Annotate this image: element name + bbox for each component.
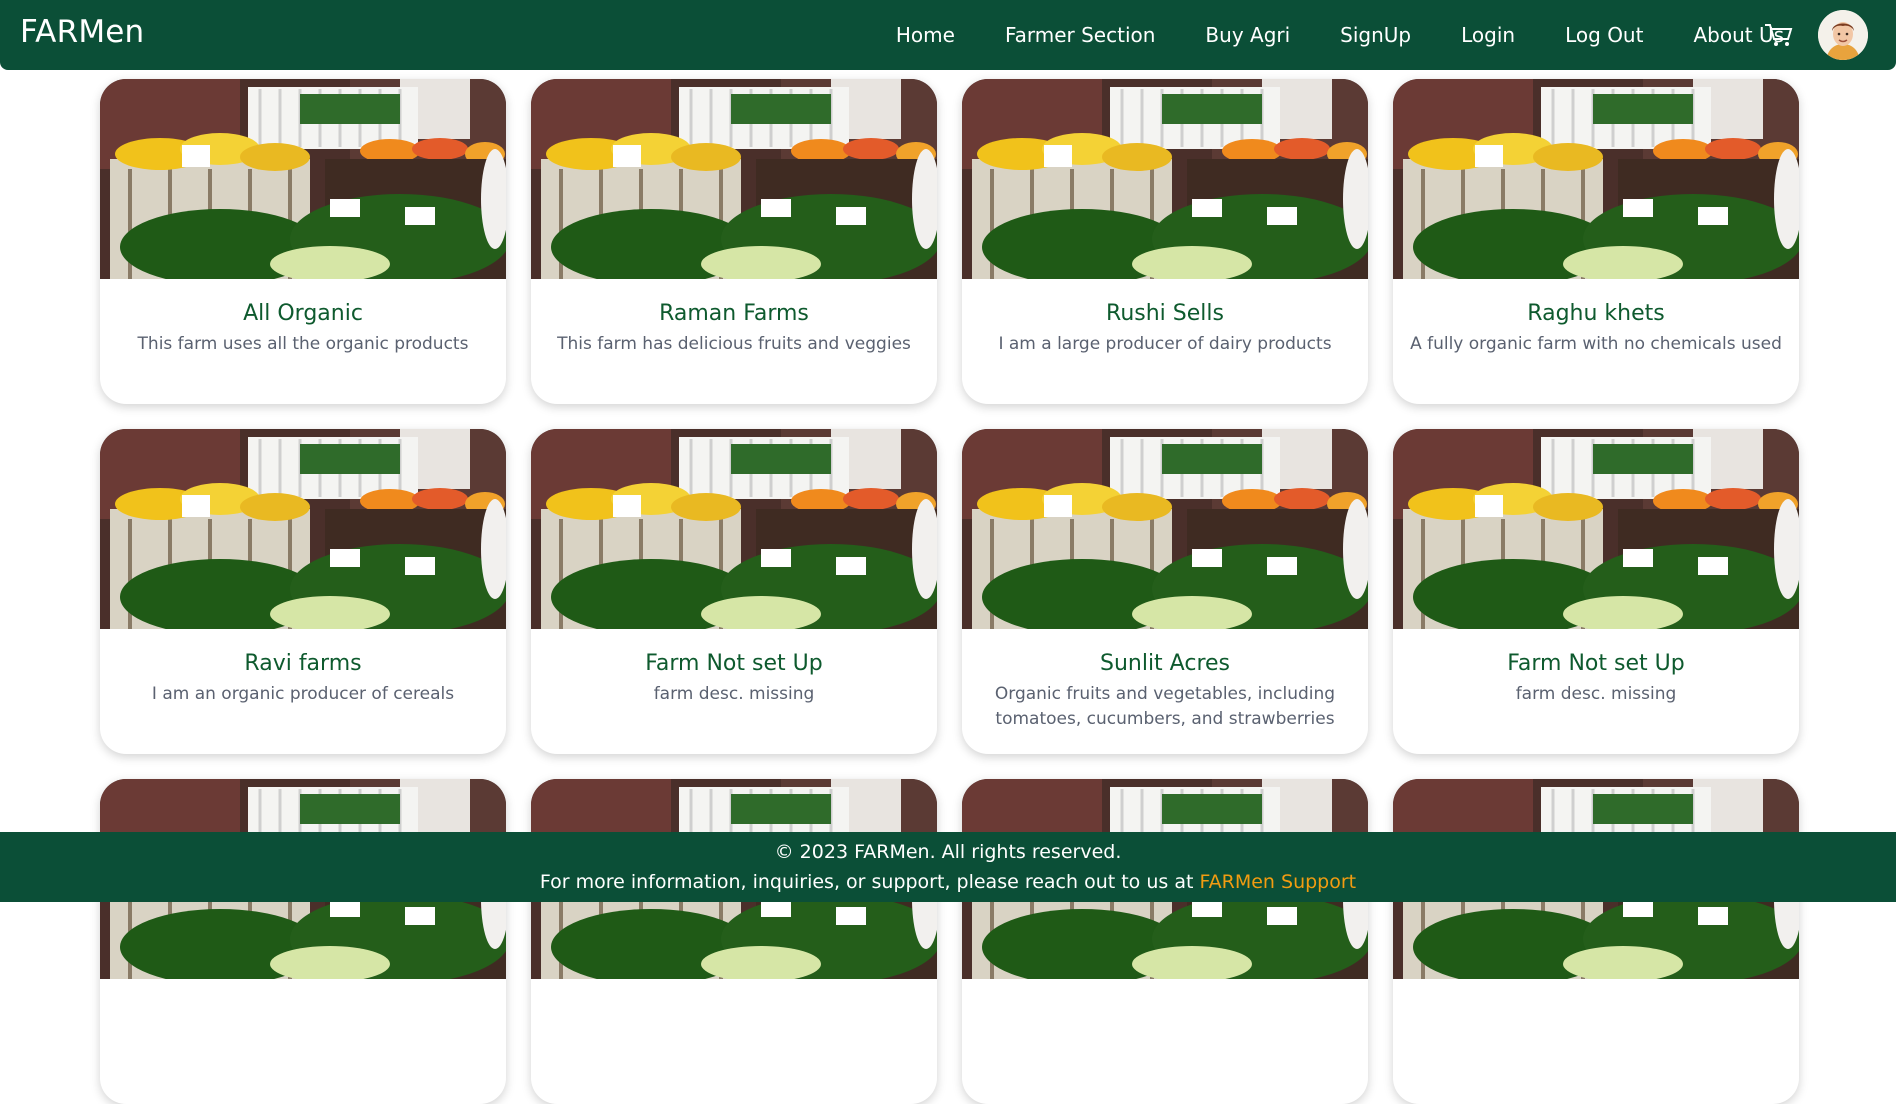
farm-card[interactable] xyxy=(531,779,937,1104)
farm-image xyxy=(100,79,506,279)
farm-title: Raghu khets xyxy=(1527,301,1665,326)
nav-farmer-section[interactable]: Farmer Section xyxy=(1005,23,1155,47)
farm-title: Farm Not set Up xyxy=(645,651,823,676)
farm-image xyxy=(531,429,937,629)
farm-card[interactable]: Farm Not set Up farm desc. missing xyxy=(531,429,937,754)
footer-contact-text: For more information, inquiries, or supp… xyxy=(539,871,1200,893)
support-link[interactable]: FARMen Support xyxy=(1199,871,1356,893)
farm-card[interactable]: Sunlit Acres Organic fruits and vegetabl… xyxy=(962,429,1368,754)
farm-image xyxy=(531,79,937,279)
farm-title: Raman Farms xyxy=(659,301,809,326)
farm-description: I am a large producer of dairy products xyxy=(998,334,1332,354)
farm-image xyxy=(962,79,1368,279)
farm-card[interactable] xyxy=(962,779,1368,1104)
farm-description: farm desc. missing xyxy=(1515,684,1677,704)
farm-image xyxy=(1393,429,1799,629)
footer: © 2023 FARMen. All rights reserved. For … xyxy=(0,832,1896,902)
nav-links: Home Farmer Section Buy Agri SignUp Logi… xyxy=(846,0,1784,70)
farm-description: I am an organic producer of cereals xyxy=(151,684,455,704)
farm-card[interactable]: Ravi farms I am an organic producer of c… xyxy=(100,429,506,754)
farm-description: This farm has delicious fruits and veggi… xyxy=(557,334,911,354)
farm-card[interactable]: Raman Farms This farm has delicious frui… xyxy=(531,79,937,404)
farm-image xyxy=(962,429,1368,629)
farm-image xyxy=(1393,79,1799,279)
farm-card[interactable] xyxy=(1393,779,1799,1104)
farm-grid: All Organic This farm uses all the organ… xyxy=(100,79,1800,1104)
farm-card[interactable]: Rushi Sells I am a large producer of dai… xyxy=(962,79,1368,404)
farm-image xyxy=(100,429,506,629)
farm-description: farm desc. missing xyxy=(653,684,815,704)
cart-icon[interactable] xyxy=(1763,21,1795,49)
farm-card[interactable]: Raghu khets A fully organic farm with no… xyxy=(1393,79,1799,404)
nav-login[interactable]: Login xyxy=(1461,23,1515,47)
user-avatar[interactable] xyxy=(1818,10,1868,60)
brand-logo[interactable]: FARMen xyxy=(20,14,144,50)
farm-title: Rushi Sells xyxy=(1106,301,1224,326)
footer-copyright: © 2023 FARMen. All rights reserved. xyxy=(774,841,1122,863)
navbar: FARMen Home Farmer Section Buy Agri Sign… xyxy=(0,0,1896,70)
farm-description: This farm uses all the organic products xyxy=(137,334,469,354)
nav-home[interactable]: Home xyxy=(896,23,955,47)
nav-logout[interactable]: Log Out xyxy=(1565,23,1643,47)
farm-card[interactable]: Farm Not set Up farm desc. missing xyxy=(1393,429,1799,754)
nav-signup[interactable]: SignUp xyxy=(1340,23,1411,47)
farm-title: All Organic xyxy=(243,301,363,326)
farm-title: Farm Not set Up xyxy=(1507,651,1685,676)
farm-title: Ravi farms xyxy=(244,651,362,676)
farm-card[interactable] xyxy=(100,779,506,1104)
footer-contact: For more information, inquiries, or supp… xyxy=(0,867,1896,897)
farm-description: A fully organic farm with no chemicals u… xyxy=(1410,334,1782,354)
farm-title: Sunlit Acres xyxy=(1099,651,1230,676)
farm-card[interactable]: All Organic This farm uses all the organ… xyxy=(100,79,506,404)
farm-description: Organic fruits and vegetables, including… xyxy=(994,684,1336,729)
nav-buy-agri[interactable]: Buy Agri xyxy=(1205,23,1290,47)
